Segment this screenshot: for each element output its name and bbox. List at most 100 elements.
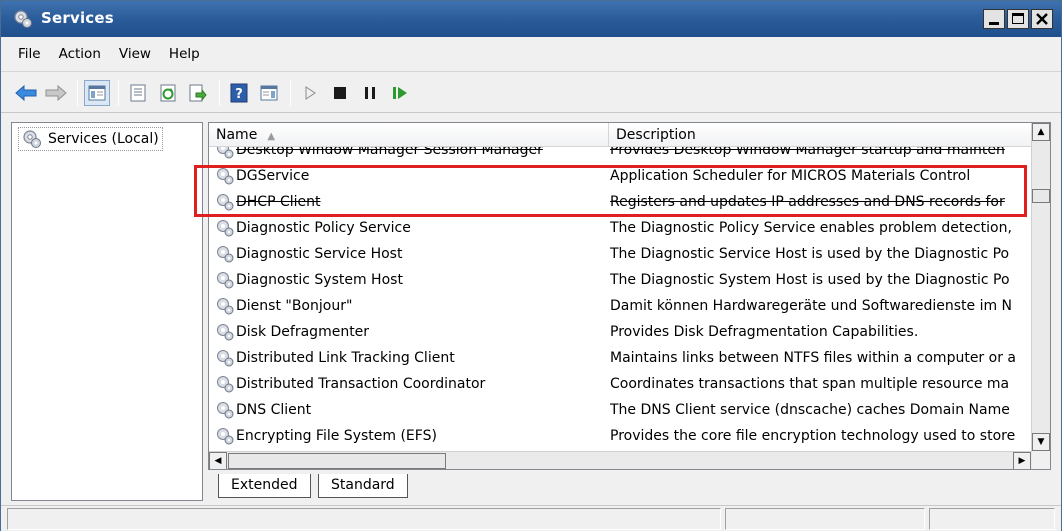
table-row[interactable]: Diagnostic Service Host The Diagnostic S…: [209, 241, 1032, 267]
services-list-pane: Name ▲ Description Desktop Window Manager…: [208, 122, 1051, 501]
column-header-name[interactable]: Name ▲: [209, 123, 609, 147]
stop-service-icon: [334, 86, 346, 99]
maximize-icon: [1012, 13, 1024, 24]
table-row[interactable]: Distributed Link Tracking Client Maintai…: [209, 345, 1032, 371]
restart-service-button[interactable]: [387, 80, 413, 106]
service-gear-icon: [217, 168, 234, 185]
chevron-down-icon: ▼: [1037, 437, 1045, 447]
service-gear-icon: [217, 428, 234, 445]
service-description: Provides Desktop Window Manager startup …: [610, 147, 1005, 158]
scrollbar-corner: [1032, 451, 1050, 469]
show-hide-console-tree-button[interactable]: [84, 79, 110, 106]
menu-bar: File Action View Help: [1, 37, 1061, 72]
chevron-left-icon: ◀: [214, 456, 222, 466]
vertical-scrollbar[interactable]: ▲ ▼: [1031, 123, 1050, 451]
table-row[interactable]: Desktop Window Manager Session Manager P…: [209, 147, 1032, 163]
start-service-icon: [305, 85, 316, 100]
menu-help[interactable]: Help: [160, 46, 209, 62]
start-service-button[interactable]: [297, 80, 323, 106]
service-name: Distributed Transaction Coordinator: [236, 376, 486, 392]
back-button[interactable]: [13, 80, 39, 106]
service-description: The Diagnostic System Host is used by th…: [610, 272, 1010, 288]
service-name: Dienst "Bonjour": [236, 298, 353, 314]
horizontal-scroll-thumb[interactable]: [228, 453, 446, 469]
service-name: Diagnostic Service Host: [236, 246, 403, 262]
service-description: Damit können Hardwaregeräte und Software…: [610, 298, 1013, 314]
services-gear-icon: [23, 130, 41, 148]
back-icon: [15, 84, 37, 101]
stop-service-button[interactable]: [327, 80, 353, 106]
help-button[interactable]: ?: [226, 80, 252, 106]
tab-extended[interactable]: Extended: [218, 474, 311, 498]
service-name: Diagnostic System Host: [236, 272, 403, 288]
title-bar[interactable]: Services: [1, 1, 1061, 37]
scroll-up-button[interactable]: ▲: [1032, 123, 1050, 141]
scroll-left-button[interactable]: ◀: [209, 452, 227, 469]
close-button[interactable]: [1031, 9, 1053, 29]
table-row[interactable]: Diagnostic Policy Service The Diagnostic…: [209, 215, 1032, 241]
toolbar-separator: [77, 79, 78, 106]
list-rows: Desktop Window Manager Session Manager P…: [209, 147, 1032, 451]
vertical-scroll-thumb[interactable]: [1032, 189, 1050, 203]
service-description: The Diagnostic Service Host is used by t…: [610, 246, 1010, 262]
service-gear-icon: [217, 402, 234, 419]
export-list-icon: [189, 84, 207, 101]
service-gear-icon: [217, 324, 234, 341]
service-gear-icon: [217, 147, 234, 159]
service-description: Coordinates transactions that span multi…: [610, 376, 1010, 392]
table-row[interactable]: Disk Defragmenter Provides Disk Defragme…: [209, 319, 1032, 345]
services-gear-icon: [14, 10, 32, 28]
service-gear-icon: [217, 350, 234, 367]
svg-text:?: ?: [235, 87, 243, 102]
table-row[interactable]: DHCP Client Registers and updates IP add…: [209, 189, 1032, 215]
table-row[interactable]: DNS Client The DNS Client service (dnsca…: [209, 397, 1032, 423]
menu-file[interactable]: File: [9, 46, 50, 62]
minimize-icon: [989, 22, 999, 25]
status-segment: [7, 508, 721, 530]
show-action-pane-button[interactable]: [256, 80, 282, 106]
service-description: The DNS Client service (dnscache) caches…: [610, 402, 1010, 418]
tree-item-label: Services (Local): [48, 131, 159, 147]
menu-view[interactable]: View: [110, 46, 160, 62]
forward-icon: [45, 84, 67, 101]
pause-service-button[interactable]: [357, 80, 383, 106]
service-gear-icon: [217, 194, 234, 211]
service-description: Maintains links between NTFS files withi…: [610, 350, 1016, 366]
table-row[interactable]: Distributed Transaction Coordinator Coor…: [209, 371, 1032, 397]
console-tree-pane: Services (Local): [11, 122, 203, 501]
toolbar-separator: [118, 79, 119, 106]
service-name: DHCP Client: [236, 194, 321, 210]
service-gear-icon: [217, 272, 234, 289]
restart-service-icon: [393, 86, 407, 99]
service-description: Registers and updates IP addresses and D…: [610, 194, 1005, 210]
table-row[interactable]: Diagnostic System Host The Diagnostic Sy…: [209, 267, 1032, 293]
table-row[interactable]: Dienst "Bonjour" Damit können Hardwarege…: [209, 293, 1032, 319]
tab-standard[interactable]: Standard: [318, 474, 408, 498]
table-row[interactable]: Encrypting File System (EFS) Provides th…: [209, 423, 1032, 449]
service-name: DNS Client: [236, 402, 312, 418]
refresh-icon: [160, 84, 176, 101]
refresh-button[interactable]: [155, 80, 181, 106]
column-header-description[interactable]: Description: [609, 123, 1032, 147]
service-description: Provides Disk Defragmentation Capabiliti…: [610, 324, 919, 340]
service-description: The Diagnostic Policy Service enables pr…: [610, 220, 1012, 236]
pause-service-icon: [365, 86, 375, 99]
tree-item-services-local[interactable]: Services (Local): [18, 127, 163, 151]
scroll-down-button[interactable]: ▼: [1032, 433, 1050, 451]
maximize-button[interactable]: [1007, 9, 1029, 29]
horizontal-scrollbar[interactable]: ◀ ▶: [209, 451, 1032, 469]
menu-action[interactable]: Action: [50, 46, 110, 62]
console-tree-icon: [88, 85, 106, 100]
export-list-button[interactable]: [185, 80, 211, 106]
service-gear-icon: [217, 298, 234, 315]
scroll-right-button[interactable]: ▶: [1013, 452, 1031, 469]
toolbar-separator: [290, 79, 291, 106]
service-description: Provides the core file encryption techno…: [610, 428, 1016, 444]
properties-button[interactable]: [125, 80, 151, 106]
action-pane-icon: [260, 85, 278, 100]
forward-button[interactable]: [43, 80, 69, 106]
table-row[interactable]: DGService Application Scheduler for MICR…: [209, 163, 1032, 189]
service-gear-icon: [217, 246, 234, 263]
status-bar: [1, 505, 1061, 531]
minimize-button[interactable]: [983, 9, 1005, 29]
